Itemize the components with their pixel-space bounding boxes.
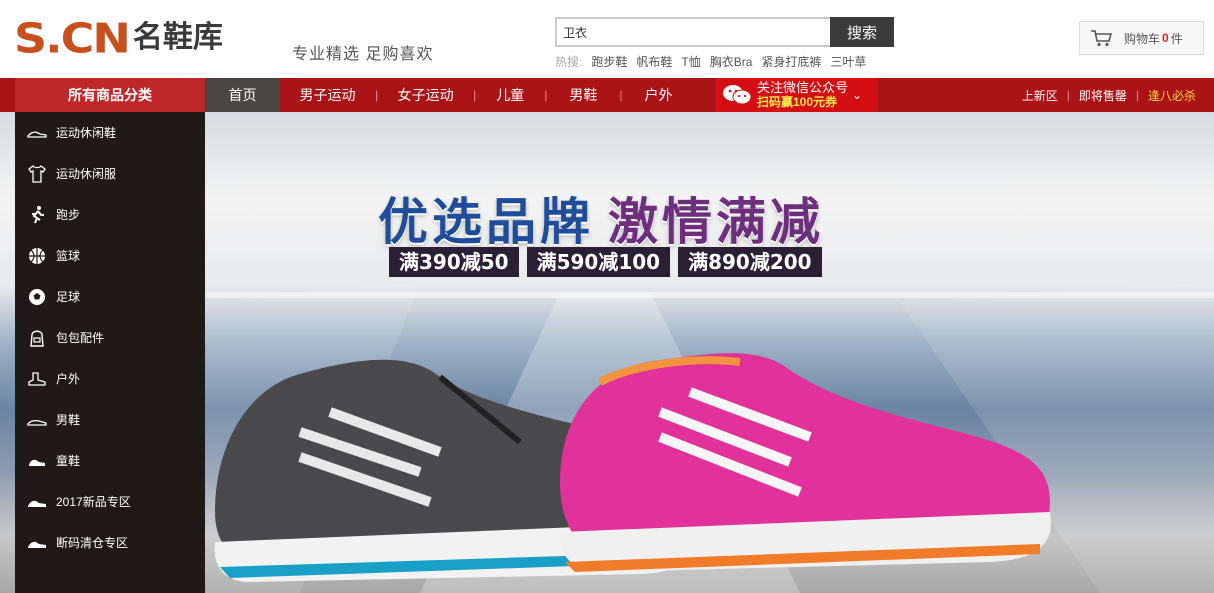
hot-searches: 热搜: 跑步鞋 帆布鞋 T恤 胸衣Bra 紧身打底裤 三叶草 xyxy=(555,53,866,70)
promo-tags: 满390减50 满590减100 满890减200 xyxy=(389,247,822,277)
nav-right-links: 上新区 | 即将售罄 | 逢八必杀 xyxy=(1022,78,1196,112)
category-label: 2017新品专区 xyxy=(56,495,131,509)
category-item-kids-shoes[interactable]: 童鞋 xyxy=(15,440,205,481)
nav-item-women-sports[interactable]: 女子运动 xyxy=(378,78,473,112)
nav-link-selling-out[interactable]: 即将售罄 xyxy=(1079,87,1127,104)
site-header: S.CN 名鞋库 专业精选 足购喜欢 搜索 热搜: 跑步鞋 帆布鞋 T恤 胸衣B… xyxy=(0,0,1214,78)
site-slogan: 专业精选 足购喜欢 xyxy=(292,46,434,63)
category-label: 童鞋 xyxy=(56,454,81,468)
category-item-basketball[interactable]: 篮球 xyxy=(15,235,205,276)
hot-search-link[interactable]: 跑步鞋 xyxy=(591,53,627,70)
chevron-down-icon: ⌄ xyxy=(852,88,863,102)
nav-item-men-sports[interactable]: 男子运动 xyxy=(280,78,375,112)
logo-latin-text: S.CN xyxy=(14,13,131,63)
hot-search-label: 热搜: xyxy=(555,55,583,69)
boot-icon xyxy=(27,369,47,389)
search-button[interactable]: 搜索 xyxy=(830,17,894,47)
nav-link-new-arrivals[interactable]: 上新区 xyxy=(1022,87,1058,104)
nav-item-men-shoes[interactable]: 男鞋 xyxy=(547,78,619,112)
category-item-outdoor[interactable]: 户外 xyxy=(15,358,205,399)
cart-icon xyxy=(1091,30,1112,47)
wechat-icon xyxy=(723,85,752,105)
sneaker-icon xyxy=(27,123,47,143)
category-item-men-shoes[interactable]: 男鞋 xyxy=(15,399,205,440)
category-label: 运动休闲鞋 xyxy=(56,126,117,140)
site-logo[interactable]: S.CN 名鞋库 xyxy=(14,16,223,60)
wechat-line2: 扫码赢100元券 xyxy=(757,95,838,109)
tshirt-icon xyxy=(27,164,47,184)
category-sidebar: 运动休闲鞋 运动休闲服 跑步 篮球 足球 包包配件 户外 男鞋 童鞋 2017新… xyxy=(15,112,205,593)
hot-search-link[interactable]: T恤 xyxy=(681,53,700,70)
category-item-football[interactable]: 足球 xyxy=(15,276,205,317)
cart-count: 0 xyxy=(1162,31,1169,45)
banner-headline: 优选品牌 激情满减 xyxy=(378,182,858,254)
category-item-bags[interactable]: 包包配件 xyxy=(15,317,205,358)
category-item-new-2017[interactable]: 2017新品专区 xyxy=(15,481,205,522)
bag-icon xyxy=(27,328,47,348)
promo-tag: 满590减100 xyxy=(526,247,671,277)
football-icon xyxy=(27,287,47,307)
wechat-line1: 关注微信公众号 xyxy=(757,80,849,95)
hot-search-link[interactable]: 胸衣Bra xyxy=(710,53,753,70)
hot-search-link[interactable]: 紧身打底裤 xyxy=(761,53,821,70)
category-item-casual-shoes[interactable]: 运动休闲鞋 xyxy=(15,112,205,153)
category-label: 户外 xyxy=(56,372,81,386)
hot-search-link[interactable]: 三叶草 xyxy=(830,53,866,70)
nav-item-home[interactable]: 首页 xyxy=(205,78,280,112)
main-nav: 所有商品分类 首页 男子运动 | 女子运动 | 儿童 | 男鞋 | 户外 关注微… xyxy=(0,78,1214,112)
kids-shoe-icon xyxy=(27,451,47,471)
nav-items: 首页 男子运动 | 女子运动 | 儿童 | 男鞋 | 户外 xyxy=(205,78,695,112)
category-item-clearance[interactable]: 断码清仓专区 xyxy=(15,522,205,563)
cart-label: 购物车 xyxy=(1124,31,1161,46)
nav-separator: | xyxy=(1066,88,1070,102)
nav-item-outdoor[interactable]: 户外 xyxy=(623,78,695,112)
search-input[interactable] xyxy=(555,17,830,47)
category-label: 篮球 xyxy=(56,249,81,263)
page: S.CN 名鞋库 专业精选 足购喜欢 搜索 热搜: 跑步鞋 帆布鞋 T恤 胸衣B… xyxy=(0,0,1214,593)
wechat-promo[interactable]: 关注微信公众号 扫码赢100元券 ⌄ xyxy=(715,78,878,112)
all-categories-tab[interactable]: 所有商品分类 xyxy=(15,78,205,112)
category-label: 足球 xyxy=(56,290,81,304)
cart-unit: 件 xyxy=(1170,31,1183,46)
promo-tag: 满890减200 xyxy=(678,247,822,277)
new-shoe-icon xyxy=(27,492,47,512)
category-item-running[interactable]: 跑步 xyxy=(15,194,205,235)
nav-separator: | xyxy=(1135,88,1139,102)
wechat-text: 关注微信公众号 扫码赢100元券 xyxy=(757,80,849,110)
loafer-icon xyxy=(27,410,47,430)
category-label: 跑步 xyxy=(56,208,81,222)
logo-chinese-text: 名鞋库 xyxy=(132,20,223,55)
nav-item-kids[interactable]: 儿童 xyxy=(476,78,544,112)
search-box: 搜索 xyxy=(555,17,894,47)
clearance-shoe-icon xyxy=(27,533,47,553)
promo-tag: 满390减50 xyxy=(389,247,519,277)
basketball-icon xyxy=(27,246,47,266)
banner-headline-part1: 优选品牌 xyxy=(378,193,594,251)
banner-headline-part2: 激情满减 xyxy=(608,193,824,251)
category-label: 运动休闲服 xyxy=(56,167,117,181)
cart-button[interactable]: 购物车 0 件 xyxy=(1079,21,1204,55)
category-label: 男鞋 xyxy=(56,413,81,427)
hot-search-link[interactable]: 帆布鞋 xyxy=(636,53,672,70)
category-label: 包包配件 xyxy=(56,331,105,345)
nav-link-flash-sale[interactable]: 逢八必杀 xyxy=(1148,87,1196,104)
runner-icon xyxy=(27,205,47,225)
category-label: 断码清仓专区 xyxy=(56,536,129,550)
category-item-casual-apparel[interactable]: 运动休闲服 xyxy=(15,153,205,194)
